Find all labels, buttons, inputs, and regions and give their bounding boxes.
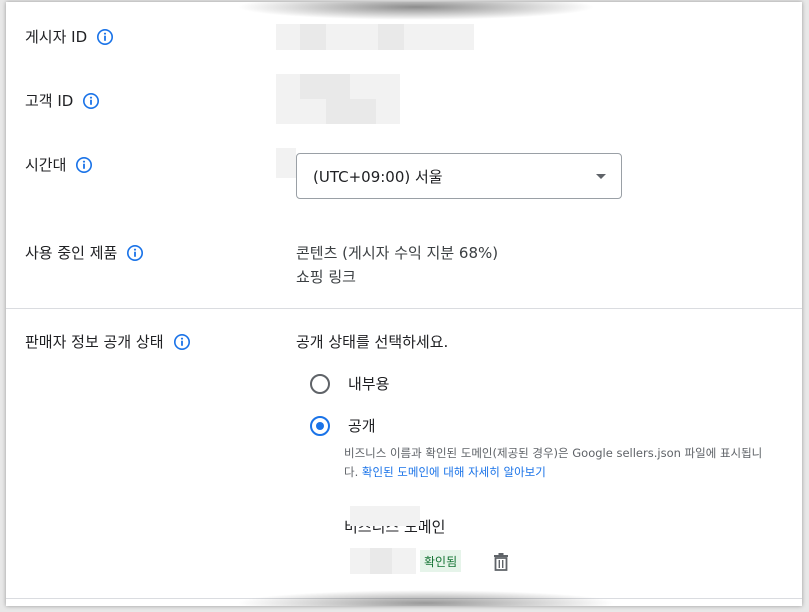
products-row-label: 사용 중인 제품 <box>25 242 144 263</box>
seller-info-row-label: 판매자 정보 공개 상태 <box>25 331 191 352</box>
info-icon[interactable] <box>173 333 191 351</box>
publisher-id-label: 게시자 ID <box>25 28 88 46</box>
radio-button-unchecked[interactable] <box>310 373 330 394</box>
bottom-divider <box>6 598 802 599</box>
visibility-prompt: 공개 상태를 선택하세요. <box>296 333 449 351</box>
timezone-selected-value: (UTC+09:00) 서울 <box>313 167 443 186</box>
radio-option-label: 공개 <box>348 417 376 435</box>
info-icon[interactable] <box>82 92 100 110</box>
timezone-label: 시간대 <box>25 156 67 174</box>
section-divider <box>6 308 802 309</box>
info-icon[interactable] <box>96 28 114 46</box>
verified-badge: 확인됨 <box>420 550 462 572</box>
publisher-id-row-label: 게시자 ID <box>25 26 114 47</box>
radio-option-label: 내부용 <box>348 375 390 393</box>
top-shadow <box>236 2 596 20</box>
customer-id-row-label: 고객 ID <box>25 90 100 111</box>
radio-option-public[interactable]: 공개 <box>310 415 376 436</box>
product-item: 콘텐츠 (게시자 수익 지분 68%) <box>296 244 499 262</box>
customer-id-label: 고객 ID <box>25 92 74 110</box>
products-label: 사용 중인 제품 <box>25 244 118 262</box>
seller-info-label: 판매자 정보 공개 상태 <box>25 333 164 351</box>
redacted-fragment <box>276 148 296 178</box>
account-info-panel: 게시자 ID 고객 ID 시간대 (UTC+09:00) 서울 사용 중인 제품… <box>6 2 802 606</box>
info-icon[interactable] <box>75 156 93 174</box>
radio-option-internal[interactable]: 내부용 <box>310 373 389 394</box>
radio-button-checked[interactable] <box>310 415 330 436</box>
info-icon[interactable] <box>126 244 144 262</box>
trash-icon[interactable] <box>492 552 510 572</box>
visibility-help-text: 비즈니스 이름과 확인된 도메인(제공된 경우)은 Google sellers… <box>344 444 764 482</box>
timezone-row-label: 시간대 <box>25 154 93 175</box>
timezone-select[interactable]: (UTC+09:00) 서울 <box>296 153 622 199</box>
product-item: 쇼핑 링크 <box>296 268 356 286</box>
caret-down-icon <box>596 174 606 179</box>
learn-more-link[interactable]: 확인된 도메인에 대해 자세히 알아보기 <box>362 465 546 479</box>
